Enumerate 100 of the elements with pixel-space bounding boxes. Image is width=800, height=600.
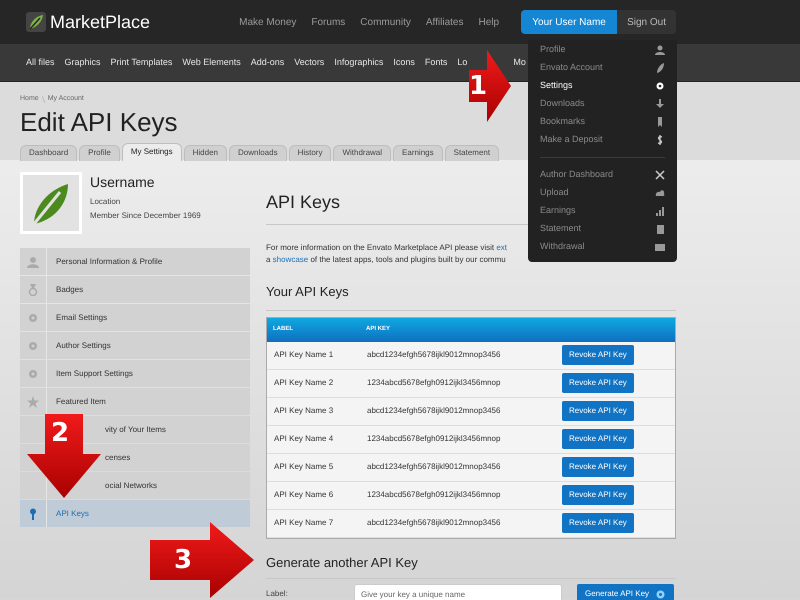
dropdown-menu-item[interactable]: Downloads (528, 95, 677, 113)
revoke-button[interactable]: Revoke API Key (562, 401, 634, 421)
intro-paragraph: a showcase of the latest apps, tools and plugins built by our commu (266, 254, 506, 266)
page-tab[interactable]: Statement (444, 144, 500, 160)
sidebar-item[interactable]: API Keys (20, 500, 250, 527)
sidebar-item[interactable]: Item Support Settings (20, 360, 250, 387)
table-cell-text: 1234abcd5678efgh0912ijkl3456mnop (367, 489, 502, 501)
menu-item-icon (655, 170, 665, 180)
table-cell-text: API Key Name 4 (274, 433, 334, 445)
category-link[interactable]: Mo (513, 56, 526, 70)
profile-username: Username (90, 173, 156, 192)
inline-link[interactable]: showcase (272, 255, 308, 264)
category-link[interactable]: Print Templates (110, 56, 172, 70)
page-tab[interactable]: Withdrawal (333, 144, 392, 160)
field-label: Label: (266, 588, 289, 600)
table-cell-text: 1234abcd5678efgh0912ijkl3456mnop (367, 433, 502, 445)
table-cell-text: 1234abcd5678efgh0912ijkl3456mnop (367, 377, 502, 389)
revoke-button[interactable]: Revoke API Key (562, 457, 634, 477)
table-cell-text: abcd1234efgh5678ijkl9012mnop3456 (367, 405, 502, 417)
section-heading: Generate another API Key (266, 552, 676, 579)
page-tab[interactable]: Downloads (228, 144, 287, 160)
step-number: 2 (51, 420, 70, 446)
sidebar-item[interactable]: Email Settings (20, 304, 250, 331)
menu-item-icon (655, 135, 665, 145)
callout-arrow (469, 50, 511, 122)
sidebar-item-icon (27, 340, 39, 352)
step-number: 3 (174, 547, 192, 573)
generate-button[interactable]: Generate API Key (577, 584, 674, 600)
top-nav-link[interactable]: Affiliates (426, 14, 464, 30)
dropdown-menu-item[interactable]: Bookmarks (528, 113, 677, 131)
profile-member-since: Member Since December 1969 (90, 210, 201, 222)
revoke-button[interactable]: Revoke API Key (562, 373, 634, 393)
sidebar-item[interactable]: ocial Networks (20, 472, 250, 499)
sidebar-item[interactable]: Featured Item (20, 388, 250, 415)
category-link[interactable]: Vectors (294, 56, 324, 70)
table-cell-text: abcd1234efgh5678ijkl9012mnop3456 (367, 461, 502, 473)
user-menu-button[interactable]: Your User Name (521, 10, 618, 34)
revoke-button[interactable]: Revoke API Key (562, 345, 634, 365)
category-link[interactable]: Add-ons (250, 56, 284, 70)
sidebar-item[interactable]: Badges (20, 276, 250, 303)
site-logo-text[interactable]: MarketPlace (50, 8, 150, 36)
dropdown-menu-item[interactable]: Profile (528, 41, 677, 59)
revoke-button[interactable]: Revoke API Key (562, 429, 634, 449)
revoke-button[interactable]: Revoke API Key (562, 485, 634, 505)
intro-paragraph: For more information on the Envato Marketplace API please visit ext (266, 242, 508, 254)
dropdown-menu-item[interactable]: Settings (528, 77, 677, 95)
leaf-logo-icon (26, 12, 46, 32)
profile-location: Location (90, 196, 122, 208)
table-cell-text: API Key Name 1 (274, 349, 334, 361)
sidebar-item-icon (27, 508, 39, 520)
key-name-field[interactable]: Give your key a unique name (354, 584, 562, 600)
table-cell-text: abcd1234efgh5678ijkl9012mnop3456 (367, 349, 502, 361)
category-link[interactable]: Fonts (424, 56, 448, 70)
page-tab[interactable]: Earnings (393, 144, 443, 160)
step-number: 1 (469, 73, 488, 99)
page-tab[interactable]: Dashboard (20, 144, 78, 160)
gear-icon (655, 588, 666, 600)
dropdown-menu-item[interactable]: Make a Deposit (528, 131, 677, 149)
menu-item-icon (655, 206, 665, 216)
menu-item-icon (655, 188, 665, 198)
dropdown-menu-item[interactable]: Envato Account (528, 59, 677, 77)
inline-link[interactable]: ext (496, 243, 508, 252)
menu-item-icon (655, 45, 665, 55)
sidebar-item[interactable]: Author Settings (20, 332, 250, 359)
menu-item-icon (655, 99, 665, 109)
table-cell-text: abcd1234efgh5678ijkl9012mnop3456 (367, 517, 502, 529)
sidebar-item-icon (27, 312, 39, 324)
category-link[interactable]: Web Elements (182, 56, 241, 70)
page-tab[interactable]: Profile (79, 144, 120, 160)
dropdown-menu-item[interactable]: Author Dashboard (528, 166, 677, 184)
page-title: Edit API Keys (20, 106, 178, 136)
category-link[interactable]: Graphics (64, 56, 101, 70)
sidebar-item-icon (27, 368, 39, 380)
avatar-leaf-icon (20, 172, 82, 234)
page-tab[interactable]: Hidden (184, 144, 227, 160)
top-nav-link[interactable]: Help (478, 14, 500, 30)
table-cell-text: API Key Name 5 (274, 461, 334, 473)
top-nav-link[interactable]: Forums (311, 14, 346, 30)
sidebar-item-icon (27, 284, 39, 296)
top-nav-link[interactable]: Make Money (239, 14, 296, 30)
dropdown-menu-item[interactable]: Earnings (528, 202, 677, 220)
category-link[interactable]: All files (26, 56, 55, 70)
revoke-button[interactable]: Revoke API Key (562, 513, 634, 533)
sign-out-button[interactable]: Sign Out (617, 10, 676, 34)
sidebar-item-icon (27, 396, 39, 408)
menu-item-icon (655, 117, 665, 127)
table-cell-text: API Key Name 6 (274, 489, 334, 501)
table-cell-text: API Key Name 3 (274, 405, 334, 417)
table-cell-text: API Key Name 7 (274, 517, 334, 529)
category-link[interactable]: Icons (393, 56, 415, 70)
page-tab[interactable]: My Settings (122, 142, 182, 160)
top-nav-link[interactable]: Community (360, 14, 411, 30)
sidebar-item-icon (27, 256, 39, 268)
table-cell-text: API Key Name 2 (274, 377, 334, 389)
page-tab[interactable]: History (288, 144, 332, 160)
category-link[interactable]: Infographics (334, 56, 384, 70)
category-link[interactable]: Lo (457, 56, 468, 70)
dropdown-menu-item[interactable]: Withdrawal (528, 238, 677, 256)
section-heading: Your API Keys (266, 282, 676, 310)
sidebar-item[interactable]: Personal Information & Profile (20, 248, 250, 275)
